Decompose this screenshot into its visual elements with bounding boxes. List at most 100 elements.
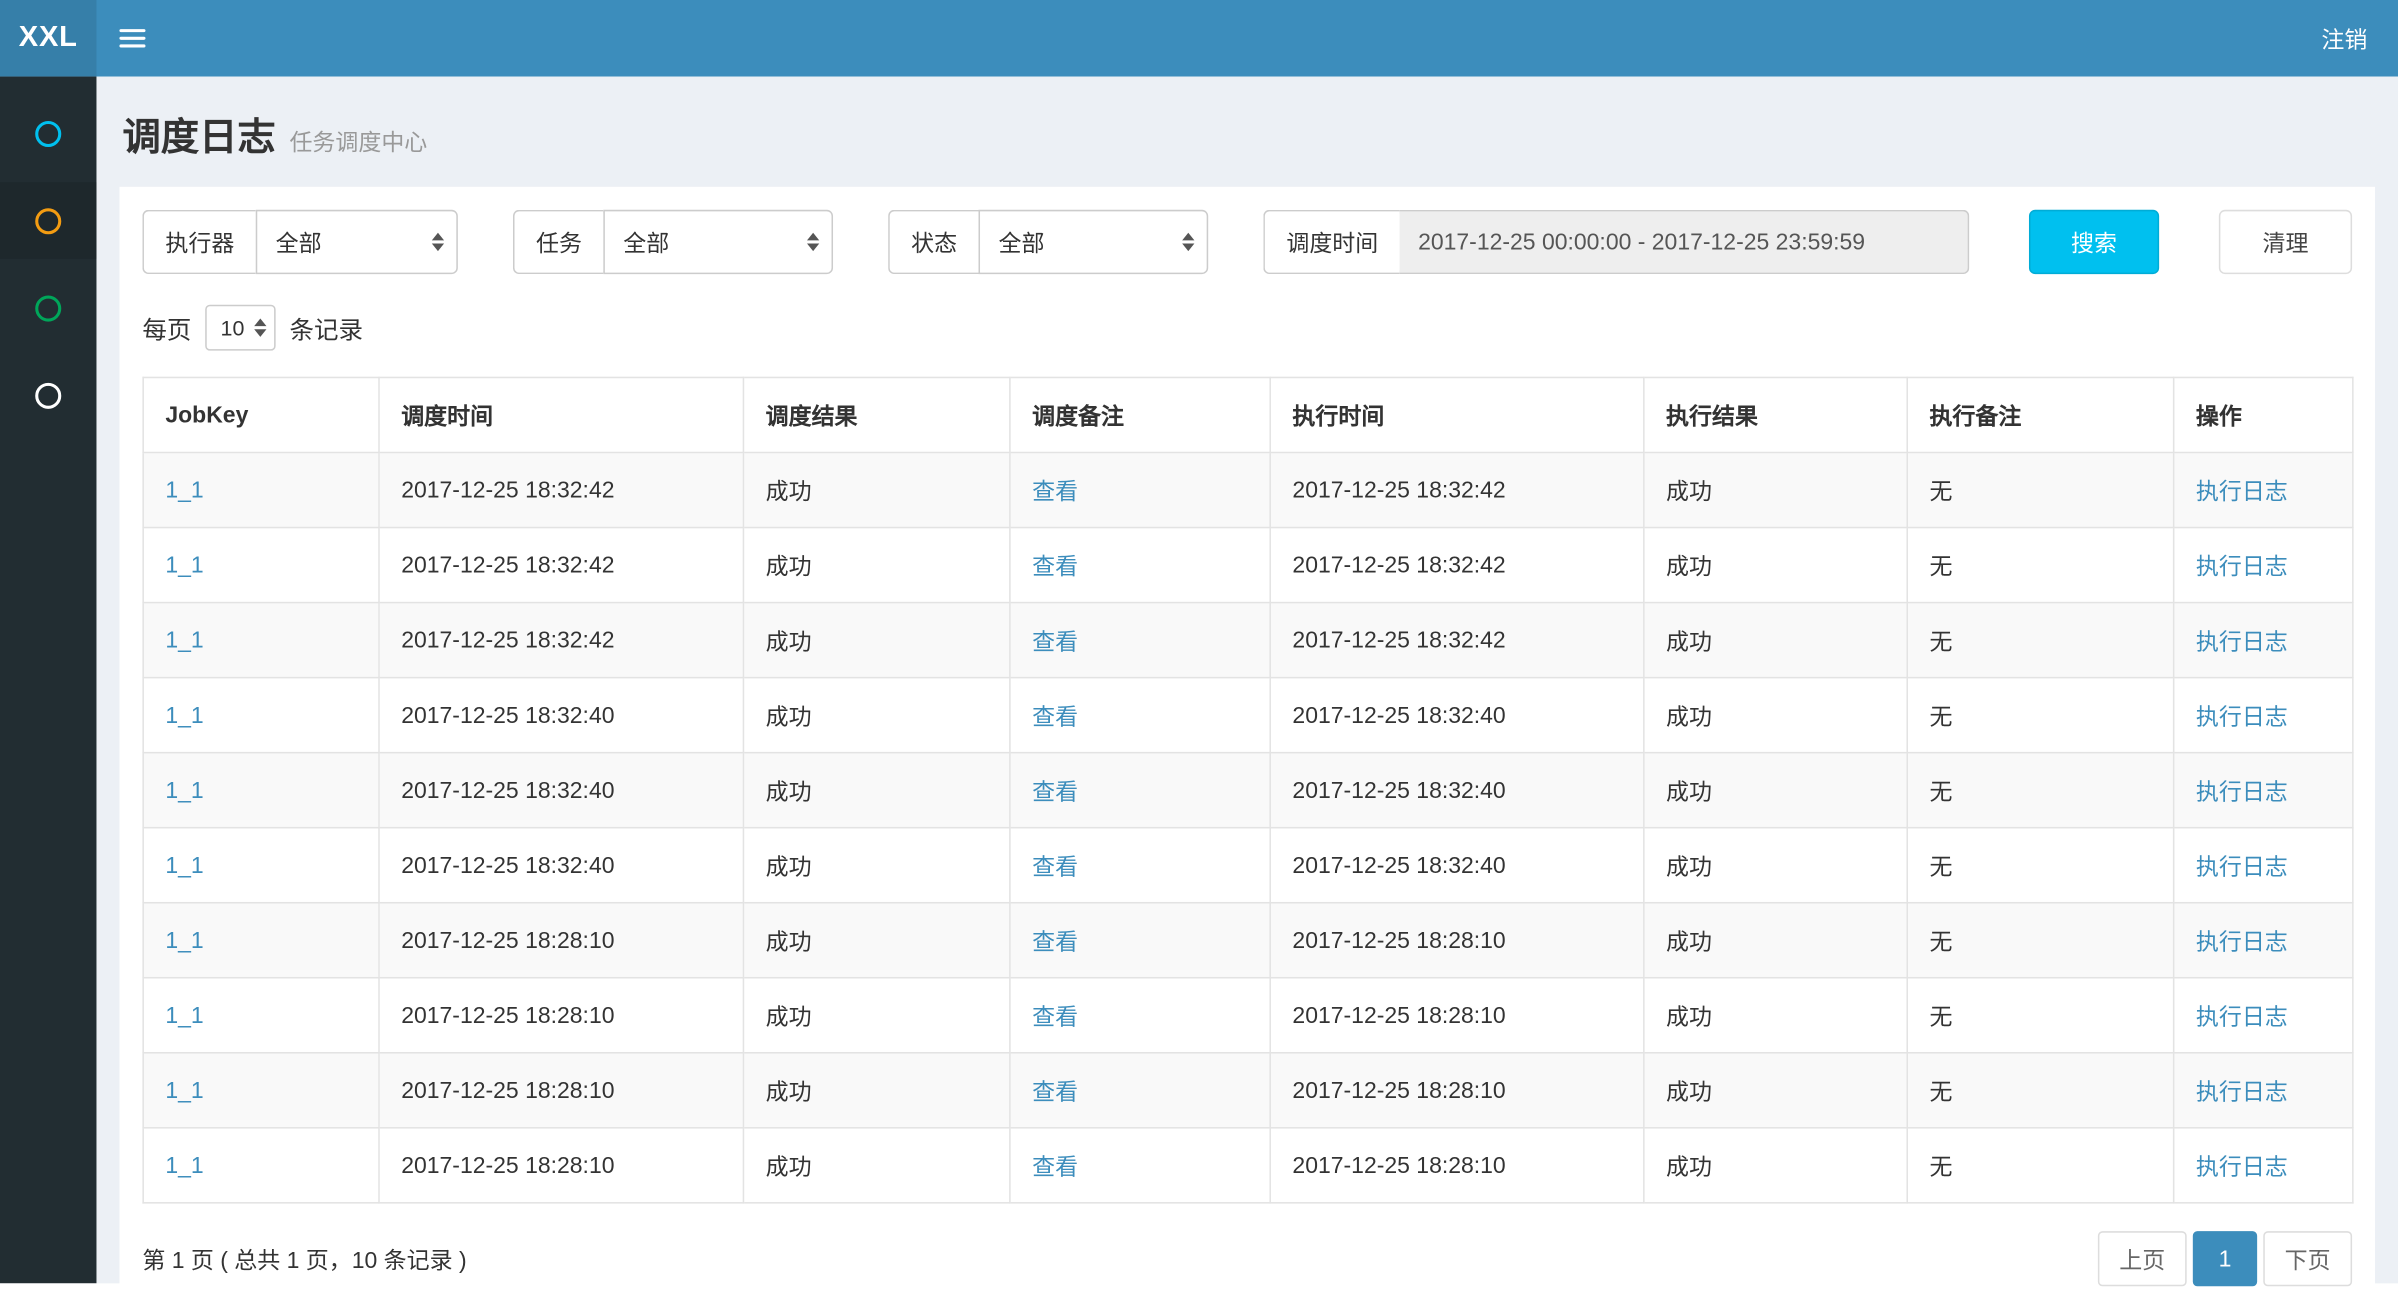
exec-log-link[interactable]: 执行日志	[2196, 554, 2288, 580]
jobkey-link[interactable]: 1_1	[165, 477, 203, 503]
time-range-input[interactable]	[1400, 210, 1970, 274]
status-select[interactable]: 全部	[979, 210, 1209, 274]
job-filter-group: 任务 全部	[513, 210, 833, 274]
column-header-dispatch-result: 调度结果	[743, 377, 1009, 452]
view-remark-link[interactable]: 查看	[1032, 929, 1078, 955]
executor-select[interactable]: 全部	[256, 210, 458, 274]
action-cell: 执行日志	[2174, 528, 2353, 603]
sidebar-toggle-button[interactable]	[96, 0, 166, 77]
page-size-value: 10	[221, 315, 245, 340]
jobkey-link[interactable]: 1_1	[165, 927, 203, 953]
jobkey-link[interactable]: 1_1	[165, 1152, 203, 1178]
jobkey-link[interactable]: 1_1	[165, 627, 203, 653]
view-remark-link[interactable]: 查看	[1032, 629, 1078, 655]
exec-log-link[interactable]: 执行日志	[2196, 479, 2288, 505]
table-row: 1_1 2017-12-25 18:32:40 成功 查看 2017-12-25…	[143, 753, 2353, 828]
page-size-row: 每页 10 条记录	[142, 305, 2352, 351]
search-button[interactable]: 搜索	[2029, 210, 2159, 274]
next-page-button[interactable]: 下页	[2263, 1231, 2352, 1286]
jobkey-link[interactable]: 1_1	[165, 552, 203, 578]
prev-page-button[interactable]: 上页	[2098, 1231, 2187, 1286]
page-size-prefix-label: 每页	[142, 309, 191, 346]
logout-link[interactable]: 注销	[2291, 0, 2398, 77]
dispatch-result-cell: 成功	[743, 978, 1009, 1053]
app-logo: XXL	[0, 0, 96, 77]
table-row: 1_1 2017-12-25 18:28:10 成功 查看 2017-12-25…	[143, 1128, 2353, 1203]
dispatch-remark-cell: 查看	[1010, 603, 1270, 678]
jobkey-cell: 1_1	[143, 603, 379, 678]
circle-icon	[35, 382, 61, 408]
dispatch-remark-cell: 查看	[1010, 753, 1270, 828]
jobkey-cell: 1_1	[143, 753, 379, 828]
view-remark-link[interactable]: 查看	[1032, 704, 1078, 730]
status-filter-group: 状态 全部	[888, 210, 1208, 274]
exec-log-link[interactable]: 执行日志	[2196, 1079, 2288, 1105]
column-header-dispatch-remark: 调度备注	[1010, 377, 1270, 452]
page-size-select[interactable]: 10	[205, 305, 275, 351]
sidebar-item-1[interactable]	[0, 95, 96, 172]
stepper-icon	[807, 233, 819, 251]
dispatch-result-cell: 成功	[743, 603, 1009, 678]
jobkey-link[interactable]: 1_1	[165, 852, 203, 878]
jobkey-cell: 1_1	[143, 1128, 379, 1203]
sidebar-item-4[interactable]	[0, 357, 96, 434]
time-filter-label: 调度时间	[1263, 210, 1399, 274]
executor-filter-group: 执行器 全部	[142, 210, 457, 274]
exec-remark-cell: 无	[1907, 603, 2173, 678]
view-remark-link[interactable]: 查看	[1032, 554, 1078, 580]
column-header-jobkey: JobKey	[143, 377, 379, 452]
exec-result-cell: 成功	[1644, 753, 1907, 828]
time-filter-group: 调度时间	[1263, 210, 1969, 274]
page-title: 调度日志	[123, 116, 276, 159]
sidebar-item-3[interactable]	[0, 270, 96, 347]
executor-filter-label: 执行器	[142, 210, 255, 274]
jobkey-link[interactable]: 1_1	[165, 702, 203, 728]
dispatch-time-cell: 2017-12-25 18:28:10	[379, 1128, 743, 1203]
page-size-suffix-label: 条记录	[289, 309, 363, 346]
view-remark-link[interactable]: 查看	[1032, 1079, 1078, 1105]
dispatch-result-cell: 成功	[743, 1053, 1009, 1128]
exec-log-link[interactable]: 执行日志	[2196, 1154, 2288, 1180]
dispatch-remark-cell: 查看	[1010, 1053, 1270, 1128]
exec-log-link[interactable]: 执行日志	[2196, 854, 2288, 880]
current-page-button[interactable]: 1	[2193, 1231, 2257, 1286]
action-cell: 执行日志	[2174, 603, 2353, 678]
jobkey-link[interactable]: 1_1	[165, 1002, 203, 1028]
dispatch-remark-cell: 查看	[1010, 1128, 1270, 1203]
exec-log-link[interactable]: 执行日志	[2196, 629, 2288, 655]
circle-icon	[35, 120, 61, 146]
jobkey-link[interactable]: 1_1	[165, 1077, 203, 1103]
status-filter-label: 状态	[888, 210, 978, 274]
circle-icon	[35, 207, 61, 233]
log-table-header: JobKey 调度时间 调度结果 调度备注 执行时间 执行结果 执行备注 操作	[143, 377, 2353, 452]
view-remark-link[interactable]: 查看	[1032, 1154, 1078, 1180]
exec-time-cell: 2017-12-25 18:32:42	[1270, 528, 1644, 603]
action-cell: 执行日志	[2174, 452, 2353, 527]
exec-result-cell: 成功	[1644, 1053, 1907, 1128]
exec-log-link[interactable]: 执行日志	[2196, 779, 2288, 805]
app-root: XXL 注销 调度日志任务调度中心 执	[0, 0, 2398, 1283]
exec-remark-cell: 无	[1907, 452, 2173, 527]
dispatch-result-cell: 成功	[743, 1128, 1009, 1203]
view-remark-link[interactable]: 查看	[1032, 779, 1078, 805]
dispatch-time-cell: 2017-12-25 18:28:10	[379, 903, 743, 978]
dispatch-result-cell: 成功	[743, 753, 1009, 828]
exec-log-link[interactable]: 执行日志	[2196, 1004, 2288, 1030]
jobkey-link[interactable]: 1_1	[165, 777, 203, 803]
view-remark-link[interactable]: 查看	[1032, 479, 1078, 505]
exec-result-cell: 成功	[1644, 978, 1907, 1053]
exec-log-link[interactable]: 执行日志	[2196, 704, 2288, 730]
table-row: 1_1 2017-12-25 18:28:10 成功 查看 2017-12-25…	[143, 978, 2353, 1053]
view-remark-link[interactable]: 查看	[1032, 854, 1078, 880]
job-select[interactable]: 全部	[603, 210, 833, 274]
view-remark-link[interactable]: 查看	[1032, 1004, 1078, 1030]
column-header-exec-time: 执行时间	[1270, 377, 1644, 452]
exec-log-link[interactable]: 执行日志	[2196, 929, 2288, 955]
table-row: 1_1 2017-12-25 18:32:40 成功 查看 2017-12-25…	[143, 678, 2353, 753]
exec-remark-cell: 无	[1907, 1053, 2173, 1128]
exec-time-cell: 2017-12-25 18:28:10	[1270, 903, 1644, 978]
table-row: 1_1 2017-12-25 18:32:42 成功 查看 2017-12-25…	[143, 452, 2353, 527]
clear-button[interactable]: 清理	[2219, 210, 2352, 274]
dispatch-remark-cell: 查看	[1010, 828, 1270, 903]
sidebar-item-2[interactable]	[0, 182, 96, 259]
